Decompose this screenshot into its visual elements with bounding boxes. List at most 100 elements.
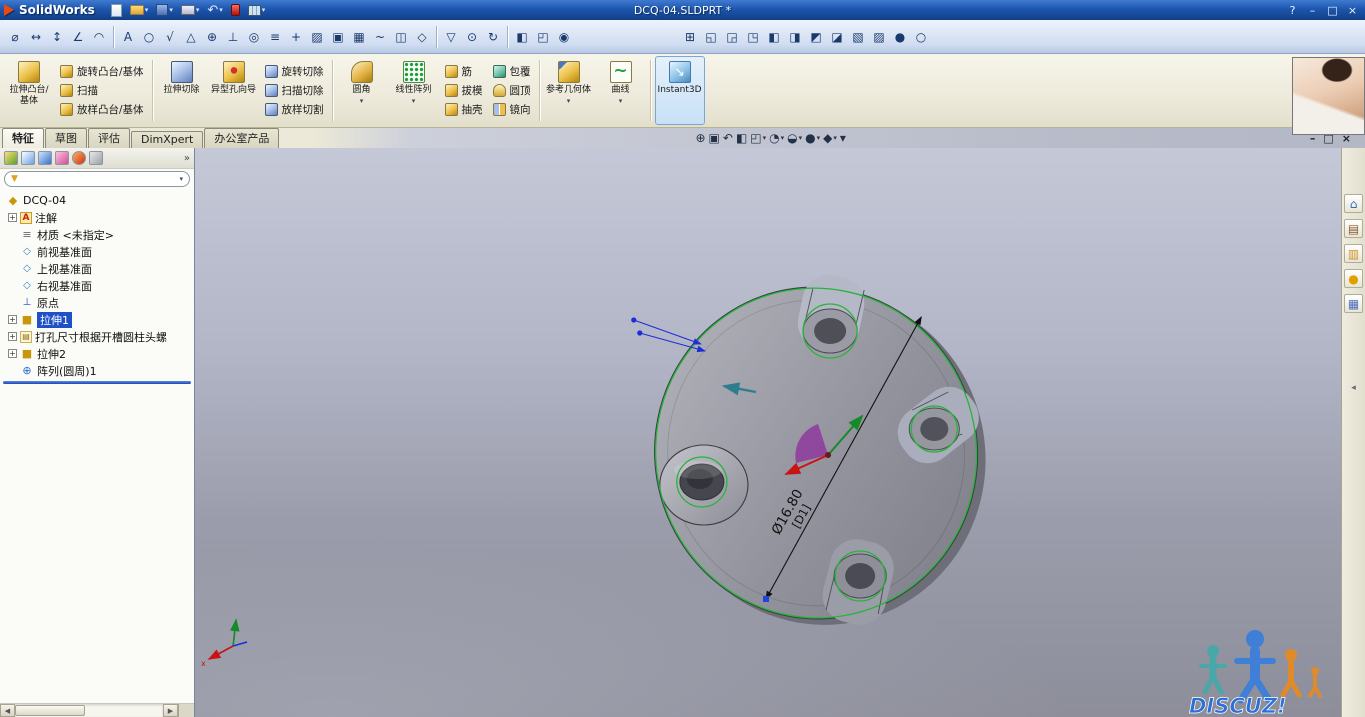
dimxpert-manager-icon[interactable]: [55, 151, 69, 165]
zoom-to-selection-icon[interactable]: ⊙: [462, 26, 482, 48]
expand-toggle[interactable]: [8, 264, 17, 273]
expand-toggle[interactable]: +: [8, 213, 17, 222]
block-icon[interactable]: ▣: [328, 26, 348, 48]
surface-finish-icon[interactable]: √: [160, 26, 180, 48]
tree-item-front-plane[interactable]: ◇ 前视基准面: [0, 243, 194, 260]
left-view-icon[interactable]: ◳: [743, 26, 763, 48]
property-manager-icon[interactable]: [21, 151, 35, 165]
reference-geometry-button[interactable]: 参考几何体 ▾: [544, 56, 594, 125]
centerline-icon[interactable]: ≡: [265, 26, 285, 48]
design-tree-icon[interactable]: [4, 151, 18, 165]
options-dropdown-icon[interactable]: ▾: [262, 6, 266, 14]
dropdown-icon[interactable]: ▾: [833, 134, 837, 142]
extruded-boss-button[interactable]: 拉伸凸台/基体: [4, 56, 54, 125]
rib-button[interactable]: 筋: [443, 64, 485, 79]
zoom-to-fit-button[interactable]: ⊕: [695, 131, 705, 145]
section-view-button[interactable]: ◧: [736, 131, 747, 145]
tree-item-extrude2[interactable]: + ■ 拉伸2: [0, 345, 194, 362]
expand-toggle[interactable]: +: [8, 349, 17, 358]
rebuild-view-icon[interactable]: ↻: [483, 26, 503, 48]
previous-view-button[interactable]: ↶: [723, 131, 733, 145]
wireframe-view-icon[interactable]: ○: [911, 26, 931, 48]
minimize-button[interactable]: –: [1304, 3, 1321, 18]
configuration-manager-icon[interactable]: [38, 151, 52, 165]
view-settings-button[interactable]: ▾: [840, 131, 846, 145]
arc-dimension-icon[interactable]: ◠: [89, 26, 109, 48]
tab-features[interactable]: 特征: [2, 128, 44, 148]
rebuild-button[interactable]: [228, 2, 243, 19]
display-manager-icon[interactable]: [72, 151, 86, 165]
front-view-icon[interactable]: ◱: [701, 26, 721, 48]
open-dropdown-icon[interactable]: ▾: [145, 6, 149, 14]
scrollbar-thumb[interactable]: [15, 705, 85, 716]
open-document-button[interactable]: ▾: [127, 2, 152, 19]
tab-office-products[interactable]: 办公室产品: [204, 128, 280, 148]
back-view-icon[interactable]: ◲: [722, 26, 742, 48]
wrap-button[interactable]: 包覆: [491, 64, 533, 79]
tree-item-circular-pattern[interactable]: ⊕ 阵列(圆周)1: [0, 362, 194, 379]
mirror-button[interactable]: 镜向: [491, 102, 533, 117]
undo-button[interactable]: ↶ ▾: [204, 2, 225, 19]
lofted-boss-button[interactable]: 放样凸台/基体: [58, 102, 146, 117]
curves-dropdown-icon[interactable]: ▾: [619, 97, 623, 104]
expand-toggle[interactable]: [8, 281, 17, 290]
hole-callout-icon[interactable]: ◎: [244, 26, 264, 48]
save-button[interactable]: ▾: [153, 2, 176, 19]
display-style-button[interactable]: ◔ ▾: [769, 131, 784, 145]
custom-tab-icon[interactable]: [89, 151, 103, 165]
expand-toggle[interactable]: [8, 298, 17, 307]
tab-evaluate[interactable]: 评估: [88, 128, 130, 148]
expand-toggle[interactable]: [8, 247, 17, 256]
weld-symbol-icon[interactable]: △: [181, 26, 201, 48]
horizontal-dimension-icon[interactable]: ↔: [26, 26, 46, 48]
table-icon[interactable]: ▦: [349, 26, 369, 48]
vertical-dimension-icon[interactable]: ↕: [47, 26, 67, 48]
print-button[interactable]: ▾: [178, 2, 203, 19]
selection-filter-icon[interactable]: ▽: [441, 26, 461, 48]
lofted-cut-button[interactable]: 放样切割: [263, 102, 326, 117]
dropdown-icon[interactable]: ▾: [781, 134, 785, 142]
dropdown-icon[interactable]: ▾: [817, 134, 821, 142]
fillet-dropdown-icon[interactable]: ▾: [360, 97, 364, 104]
tree-item-top-plane[interactable]: ◇ 上视基准面: [0, 260, 194, 277]
tree-item-hole-note[interactable]: + ▤ 打孔尺寸根据开槽圆柱头螺: [0, 328, 194, 345]
expand-toggle[interactable]: +: [8, 315, 17, 324]
tree-item-annotations[interactable]: + A 注解: [0, 209, 194, 226]
offset-entities-icon[interactable]: ◇: [412, 26, 432, 48]
close-button[interactable]: ×: [1344, 3, 1361, 18]
custom-properties-icon[interactable]: ▦: [1344, 294, 1363, 313]
hole-wizard-button[interactable]: 异型孔向导: [209, 56, 259, 125]
undo-dropdown-icon[interactable]: ▾: [219, 6, 223, 14]
tree-item-right-plane[interactable]: ◇ 右视基准面: [0, 277, 194, 294]
sweep-button[interactable]: 扫描: [58, 83, 146, 98]
scroll-left-button[interactable]: ◀: [0, 704, 15, 717]
graphics-viewport[interactable]: Ø16.80 [D1] x DISCUZ!: [195, 148, 1341, 717]
angle-dimension-icon[interactable]: ∠: [68, 26, 88, 48]
new-document-button[interactable]: [108, 2, 125, 19]
chevron-expand-icon[interactable]: »: [184, 153, 190, 164]
rollback-bar[interactable]: [3, 381, 191, 384]
print-dropdown-icon[interactable]: ▾: [196, 6, 200, 14]
file-explorer-icon[interactable]: ▥: [1344, 244, 1363, 263]
bottom-view-icon[interactable]: ◩: [806, 26, 826, 48]
dropdown-icon[interactable]: ▾: [799, 134, 803, 142]
mirror-entities-icon[interactable]: ◫: [391, 26, 411, 48]
tree-item-origin[interactable]: ⊥ 原点: [0, 294, 194, 311]
balloon-icon[interactable]: ○: [139, 26, 159, 48]
pattern-dropdown-icon[interactable]: ▾: [412, 97, 416, 104]
spline-icon[interactable]: ~: [370, 26, 390, 48]
design-library-icon[interactable]: ▤: [1344, 219, 1363, 238]
tab-dimxpert[interactable]: DimXpert: [131, 131, 204, 148]
curves-button[interactable]: 曲线 ▾: [596, 56, 646, 125]
view-orientation-button[interactable]: ◰ ▾: [750, 131, 766, 145]
hide-show-items-button[interactable]: ◒ ▾: [787, 131, 802, 145]
panel-horizontal-scrollbar[interactable]: ◀ ▶: [0, 703, 194, 717]
revolved-cut-button[interactable]: 旋转切除: [263, 64, 326, 79]
center-mark-icon[interactable]: +: [286, 26, 306, 48]
expand-toggle[interactable]: [8, 230, 17, 239]
area-hatch-icon[interactable]: ▨: [307, 26, 327, 48]
datum-feature-icon[interactable]: ⊥: [223, 26, 243, 48]
fillet-button[interactable]: 圆角 ▾: [337, 56, 387, 125]
geometric-tolerance-icon[interactable]: ⊕: [202, 26, 222, 48]
linear-pattern-button[interactable]: 线性阵列 ▾: [389, 56, 439, 125]
